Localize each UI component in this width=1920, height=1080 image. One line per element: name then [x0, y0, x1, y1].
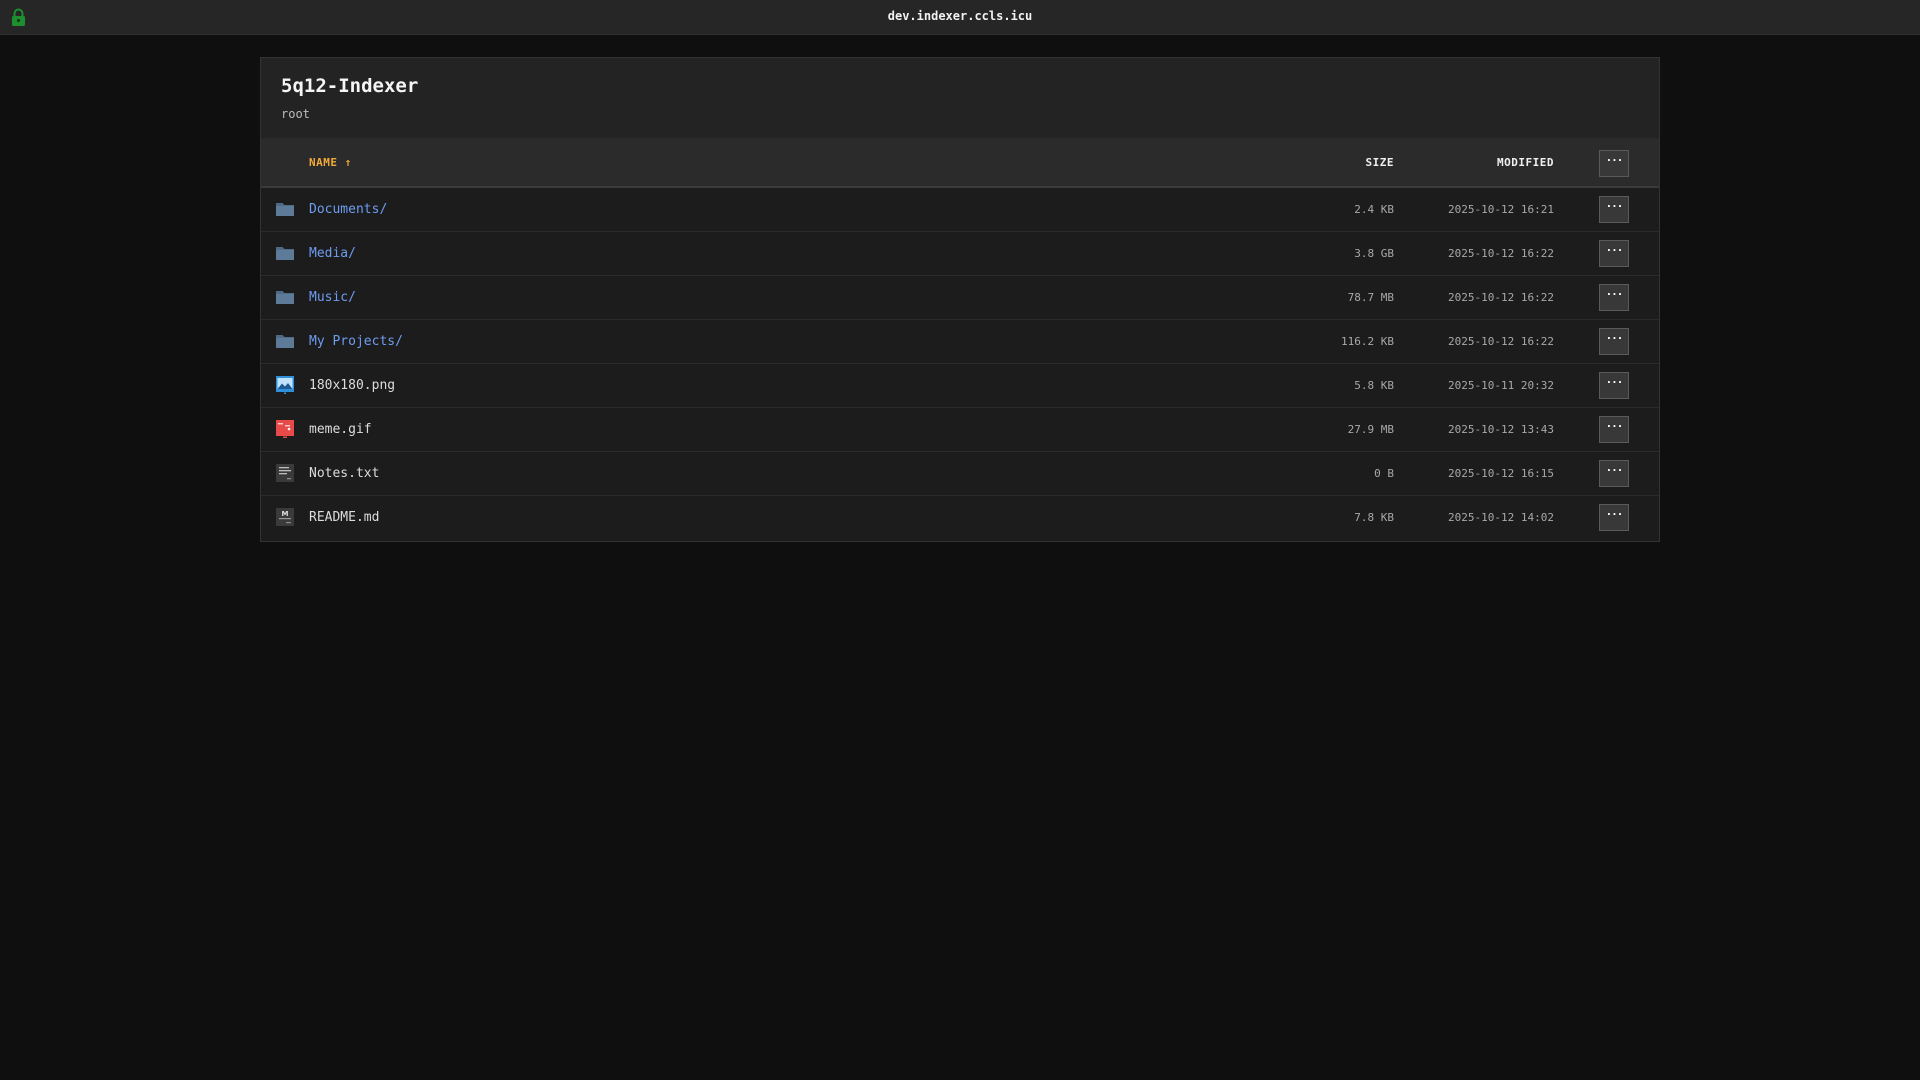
header-actions-button[interactable]: ···	[1599, 150, 1629, 177]
file-index-panel: 5q12-Indexer root NAME ↑ SIZE MODIFIED ·…	[260, 57, 1660, 542]
row-actions-button[interactable]: ···	[1599, 240, 1629, 267]
browser-topbar: dev.indexer.ccls.icu	[0, 0, 1920, 35]
table-row[interactable]: Notes.txt 0 B 2025-10-12 16:15 ···	[261, 452, 1659, 496]
file-link[interactable]: Notes.txt	[309, 452, 379, 495]
file-list: Documents/2.4 KB 2025-10-12 16:21 ··· Media…	[261, 188, 1659, 540]
file-size: 3.8 GB	[1354, 247, 1394, 260]
site-address: dev.indexer.ccls.icu	[887, 9, 1033, 23]
gif-file-icon	[275, 419, 295, 439]
sort-by-size-header[interactable]: SIZE	[1366, 138, 1395, 188]
row-actions-button[interactable]: ···	[1599, 372, 1629, 399]
row-actions-button[interactable]: ···	[1599, 460, 1629, 487]
folder-link[interactable]: My Projects/	[309, 320, 403, 363]
row-actions-button[interactable]: ···	[1599, 196, 1629, 223]
modified-date: 2025-10-12 16:15	[1448, 467, 1554, 480]
table-row[interactable]: Documents/2.4 KB 2025-10-12 16:21 ···	[261, 188, 1659, 232]
modified-date: 2025-10-12 16:22	[1448, 291, 1554, 304]
table-row[interactable]: M README.md 7.8 KB 2025-10-12 14:02 ···	[261, 496, 1659, 540]
table-row[interactable]: 180x180.png 5.8 KB 2025-10-11 20:32 ···	[261, 364, 1659, 408]
folder-icon	[275, 243, 295, 263]
table-header: NAME ↑ SIZE MODIFIED ···	[261, 138, 1659, 188]
file-size: 116.2 KB	[1341, 335, 1394, 348]
file-size: 7.8 KB	[1354, 511, 1394, 524]
modified-date: 2025-10-11 20:32	[1448, 379, 1554, 392]
modified-date: 2025-10-12 16:22	[1448, 335, 1554, 348]
table-row[interactable]: Music/78.7 MB 2025-10-12 16:22 ···	[261, 276, 1659, 320]
folder-link[interactable]: Music/	[309, 276, 356, 319]
row-actions-button[interactable]: ···	[1599, 328, 1629, 355]
panel-header: 5q12-Indexer root	[261, 58, 1659, 138]
page-title: 5q12-Indexer	[281, 75, 419, 97]
folder-icon	[275, 331, 295, 351]
table-row[interactable]: Media/3.8 GB 2025-10-12 16:22 ···	[261, 232, 1659, 276]
row-actions-button[interactable]: ···	[1599, 284, 1629, 311]
modified-date: 2025-10-12 13:43	[1448, 423, 1554, 436]
text-file-icon	[275, 463, 295, 483]
file-size: 5.8 KB	[1354, 379, 1394, 392]
sort-by-modified-header[interactable]: MODIFIED	[1497, 138, 1554, 188]
folder-link[interactable]: Documents/	[309, 188, 387, 231]
file-link[interactable]: README.md	[309, 496, 379, 539]
modified-date: 2025-10-12 16:22	[1448, 247, 1554, 260]
folder-icon	[275, 199, 295, 219]
folder-link[interactable]: Media/	[309, 232, 356, 275]
file-link[interactable]: meme.gif	[309, 408, 372, 451]
table-row[interactable]: meme.gif 27.9 MB 2025-10-12 13:43 ···	[261, 408, 1659, 452]
image-file-icon	[275, 375, 295, 395]
current-path: root	[281, 107, 310, 121]
file-size: 27.9 MB	[1347, 423, 1394, 436]
svg-text:M: M	[282, 510, 289, 518]
markdown-file-icon: M	[275, 507, 295, 527]
file-size: 2.4 KB	[1354, 203, 1394, 216]
row-actions-button[interactable]: ···	[1599, 504, 1629, 531]
row-actions-button[interactable]: ···	[1599, 416, 1629, 443]
modified-date: 2025-10-12 14:02	[1448, 511, 1554, 524]
file-link[interactable]: 180x180.png	[309, 364, 395, 407]
file-size: 0 B	[1374, 467, 1394, 480]
file-size: 78.7 MB	[1347, 291, 1394, 304]
modified-date: 2025-10-12 16:21	[1448, 203, 1554, 216]
table-row[interactable]: My Projects/116.2 KB 2025-10-12 16:22 ···	[261, 320, 1659, 364]
folder-icon	[275, 287, 295, 307]
sort-by-name-header[interactable]: NAME ↑	[309, 138, 352, 188]
